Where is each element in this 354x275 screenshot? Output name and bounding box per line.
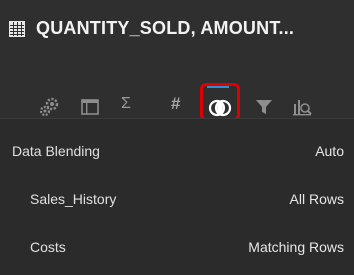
sigma-icon[interactable]: Σ [121, 94, 131, 114]
property-row-costs[interactable]: Costs Matching Rows [0, 224, 354, 272]
property-label: Costs [30, 239, 66, 255]
property-toolbar: Σ # [0, 58, 354, 121]
page-title: QUANTITY_SOLD, AMOUNT... [36, 18, 295, 38]
property-label: Sales_History [30, 191, 117, 207]
filter-icon[interactable] [252, 95, 276, 119]
panel-header: QUANTITY_SOLD, AMOUNT... [0, 0, 354, 58]
property-label: Data Blending [12, 143, 100, 159]
table-grid-icon [9, 21, 25, 37]
property-row-sales-history[interactable]: Sales_History All Rows [0, 176, 354, 224]
properties-list: Data Blending Auto Sales_History All Row… [0, 119, 354, 275]
highlight-box [200, 83, 240, 121]
property-value[interactable]: All Rows [290, 191, 344, 207]
window-icon[interactable] [78, 95, 102, 119]
gears-icon[interactable] [38, 95, 62, 119]
chart-magnifier-icon[interactable] [290, 95, 314, 119]
hash-icon[interactable]: # [171, 94, 180, 114]
property-value[interactable]: Auto [315, 143, 344, 159]
property-row-data-blending[interactable]: Data Blending Auto [0, 128, 354, 176]
properties-panel: QUANTITY_SOLD, AMOUNT... Σ # Data Blendi… [0, 0, 354, 275]
property-value[interactable]: Matching Rows [248, 239, 344, 255]
